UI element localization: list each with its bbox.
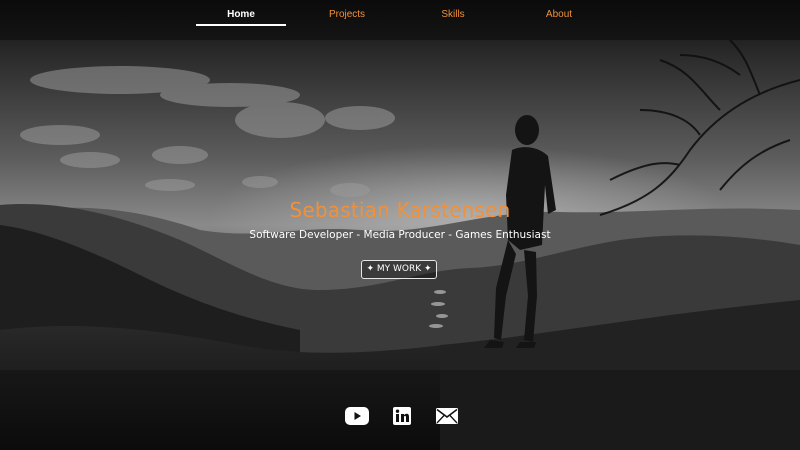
email-icon bbox=[436, 408, 458, 424]
my-work-button[interactable]: ✦ MY WORK ✦ bbox=[361, 260, 437, 279]
youtube-link[interactable] bbox=[344, 406, 370, 426]
linkedin-icon bbox=[393, 407, 411, 425]
nav-skills-link[interactable]: Skills bbox=[408, 0, 498, 26]
youtube-icon bbox=[345, 407, 369, 425]
nav-about-link[interactable]: About bbox=[514, 0, 604, 26]
sparkle-icon: ✦ bbox=[424, 264, 432, 274]
linkedin-link[interactable] bbox=[392, 406, 412, 426]
sparkle-icon: ✦ bbox=[366, 264, 374, 274]
hero-name-heading: Sebastian Karstensen bbox=[289, 198, 511, 222]
email-link[interactable] bbox=[435, 406, 459, 426]
nav-home-link[interactable]: Home bbox=[196, 0, 286, 26]
nav-projects-link[interactable]: Projects bbox=[302, 0, 392, 26]
hero-background-image bbox=[0, 0, 800, 450]
hero-tagline: Software Developer - Media Producer - Ga… bbox=[249, 229, 551, 241]
my-work-button-label: MY WORK bbox=[376, 264, 422, 274]
top-navigation: Home Projects Skills About bbox=[0, 0, 800, 30]
